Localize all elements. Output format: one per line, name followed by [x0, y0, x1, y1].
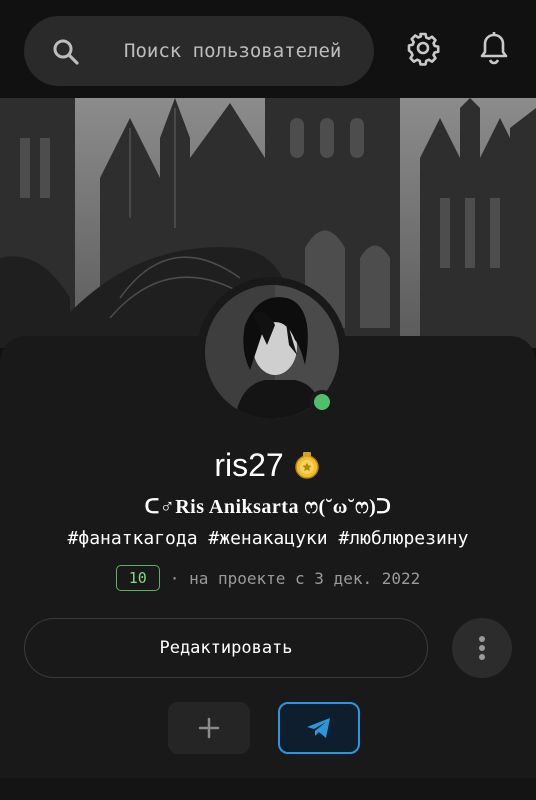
add-button[interactable] — [168, 702, 250, 754]
search-icon — [53, 39, 79, 65]
edit-profile-label: Редактировать — [159, 638, 293, 658]
bottom-bar — [0, 778, 536, 800]
telegram-button[interactable] — [278, 702, 360, 754]
username: ris27 — [214, 446, 284, 483]
top-bar — [0, 0, 536, 100]
display-name: ᑕ♂Ris Aniksarta ෆ(˘ω˘ෆ)ᑐ — [144, 496, 392, 518]
bell-icon[interactable] — [476, 30, 512, 66]
level-badge: 10 — [115, 565, 160, 591]
edit-profile-button[interactable]: Редактировать — [24, 618, 428, 678]
member-since: · на проекте с 3 дек. 2022 — [169, 568, 421, 588]
profile-tags: #фанаткагода #женакацуки #люблюрезину — [67, 528, 469, 549]
plus-icon — [198, 717, 220, 739]
medal-icon[interactable] — [292, 450, 322, 480]
gear-icon[interactable] — [405, 30, 441, 66]
search-input[interactable] — [124, 34, 364, 68]
more-vertical-icon — [479, 636, 485, 660]
online-status-indicator — [310, 390, 334, 414]
username-row: ris27 — [0, 440, 536, 490]
profile-meta: 10 · на проекте с 3 дек. 2022 — [0, 564, 536, 592]
more-options-button[interactable] — [452, 618, 512, 678]
search-bar[interactable] — [24, 16, 374, 86]
telegram-icon — [307, 718, 330, 738]
